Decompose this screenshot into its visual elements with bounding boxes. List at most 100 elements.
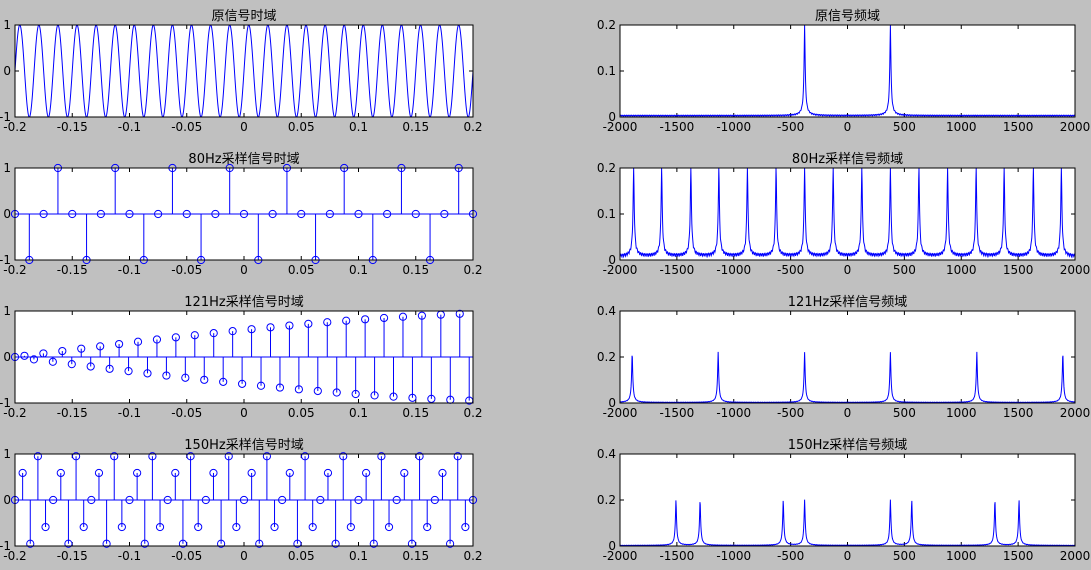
x-tick-label: -500 [777, 263, 804, 277]
x-tick-label: -0.1 [118, 406, 141, 420]
x-tick-label: -1000 [716, 406, 751, 420]
x-tick-label: -1500 [659, 263, 694, 277]
x-tick-label: 500 [893, 120, 916, 134]
plot-orig-time: 原信号时域-0.2 -0.15 -0.1 -0.05 0 0.05 0.1 0.15 0.2-1… [0, 9, 483, 134]
x-tick-label: 2000 [1060, 120, 1091, 134]
x-tick-label: 500 [893, 406, 916, 420]
x-tick-label: 0.1 [349, 120, 368, 134]
x-tick-label: -0.1 [118, 549, 141, 563]
x-tick-label: 2000 [1060, 549, 1091, 563]
y-tick-label: 0 [3, 64, 11, 78]
x-tick-label: -0.1 [118, 120, 141, 134]
plot-title: 80Hz采样信号时域 [188, 152, 299, 167]
plot-title: 121Hz采样信号时域 [184, 295, 303, 310]
y-tick-label: 1 [3, 161, 11, 175]
y-tick-label: 0 [3, 493, 11, 507]
x-tick-label: -1500 [659, 406, 694, 420]
axes-area [620, 454, 1075, 546]
x-tick-label: 0.05 [288, 549, 315, 563]
y-tick-label: 1 [3, 18, 11, 32]
x-tick-label: -0.1 [118, 263, 141, 277]
x-tick-label: 0.1 [349, 406, 368, 420]
x-tick-label: 1000 [946, 406, 977, 420]
x-tick-label: 0 [844, 406, 852, 420]
plot-150hz-freq: 150Hz采样信号频域-2000 -1500 -1000 -500 0 500 1000 15… [597, 438, 1090, 563]
x-tick-label: -0.15 [57, 263, 88, 277]
x-tick-label: 0.15 [402, 120, 429, 134]
y-tick-label: 0 [608, 110, 616, 124]
x-tick-label: 0.1 [349, 263, 368, 277]
axes-area [620, 311, 1075, 403]
x-tick-label: 0.2 [463, 263, 482, 277]
y-tick-label: 0.2 [597, 350, 616, 364]
y-tick-label: 0.2 [597, 18, 616, 32]
x-tick-label: 500 [893, 549, 916, 563]
x-tick-label: 0.2 [463, 120, 482, 134]
plot-title: 150Hz采样信号频域 [788, 438, 907, 453]
y-tick-label: 0.1 [597, 207, 616, 221]
x-tick-label: -0.05 [171, 406, 202, 420]
y-tick-label: -1 [0, 396, 11, 410]
plot-title: 121Hz采样信号频域 [788, 295, 907, 310]
x-tick-label: 1500 [1003, 120, 1034, 134]
plot-title: 150Hz采样信号时域 [184, 438, 303, 453]
x-tick-label: -500 [777, 549, 804, 563]
x-tick-label: 0 [844, 549, 852, 563]
x-tick-label: 0.2 [463, 406, 482, 420]
x-tick-label: 1500 [1003, 263, 1034, 277]
y-tick-label: 0 [608, 539, 616, 553]
y-tick-label: -1 [0, 253, 11, 267]
plot-title: 原信号时域 [211, 9, 276, 24]
x-tick-label: 0.05 [288, 263, 315, 277]
y-tick-label: 0.2 [597, 493, 616, 507]
x-tick-label: -1500 [659, 549, 694, 563]
x-tick-label: 1500 [1003, 406, 1034, 420]
plot-orig-freq: 原信号频域-2000 -1500 -1000 -500 0 500 1000 1500 2000… [597, 9, 1090, 134]
plot-title: 80Hz采样信号频域 [792, 152, 903, 167]
x-tick-label: 500 [893, 263, 916, 277]
x-tick-label: -500 [777, 120, 804, 134]
plot-title: 原信号频域 [815, 9, 880, 24]
plot-150hz-time: 150Hz采样信号时域-0.2 -0.15 -0.1 -0.05 0 0.05 0.1 0.1… [0, 438, 483, 563]
x-tick-label: -0.05 [171, 120, 202, 134]
y-tick-label: 1 [3, 447, 11, 461]
x-tick-label: -1000 [716, 549, 751, 563]
x-tick-label: 0 [844, 263, 852, 277]
y-tick-label: 0 [3, 207, 11, 221]
x-tick-label: 0 [240, 406, 248, 420]
x-tick-label: 1000 [946, 263, 977, 277]
x-tick-label: 0 [240, 549, 248, 563]
plot-121hz-freq: 121Hz采样信号频域-2000 -1500 -1000 -500 0 500 1000 15… [597, 295, 1090, 420]
y-tick-label: 0.4 [597, 447, 616, 461]
x-tick-label: 0.05 [288, 406, 315, 420]
x-tick-label: 2000 [1060, 406, 1091, 420]
x-tick-label: 1000 [946, 120, 977, 134]
y-tick-label: 0.1 [597, 64, 616, 78]
x-tick-label: -1500 [659, 120, 694, 134]
y-tick-label: -1 [0, 110, 11, 124]
x-tick-label: 0.15 [402, 263, 429, 277]
x-tick-label: -0.05 [171, 263, 202, 277]
x-tick-label: 1000 [946, 549, 977, 563]
x-tick-label: 0.15 [402, 549, 429, 563]
x-tick-label: 0.1 [349, 549, 368, 563]
x-tick-label: -1000 [716, 263, 751, 277]
plot-80hz-freq: 80Hz采样信号频域-2000 -1500 -1000 -500 0 500 1000 150… [597, 152, 1090, 277]
figure: 原信号时域-0.2 -0.15 -0.1 -0.05 0 0.05 0.1 0.15 0.2-1… [0, 0, 1091, 570]
x-tick-label: 0.15 [402, 406, 429, 420]
plot-121hz-time: 121Hz采样信号时域-0.2 -0.15 -0.1 -0.05 0 0.05 0.1 0.1… [0, 295, 483, 420]
x-tick-label: -0.15 [57, 406, 88, 420]
y-tick-label: 0 [608, 253, 616, 267]
axes-area [620, 25, 1075, 117]
y-tick-label: 1 [3, 304, 11, 318]
x-tick-label: 0 [240, 263, 248, 277]
x-tick-label: 0 [240, 120, 248, 134]
y-tick-label: -1 [0, 539, 11, 553]
x-tick-label: 0.2 [463, 549, 482, 563]
x-tick-label: 0 [844, 120, 852, 134]
y-tick-label: 0.2 [597, 161, 616, 175]
x-tick-label: -0.05 [171, 549, 202, 563]
x-tick-label: -0.15 [57, 549, 88, 563]
y-tick-label: 0.4 [597, 304, 616, 318]
x-tick-label: 0.05 [288, 120, 315, 134]
